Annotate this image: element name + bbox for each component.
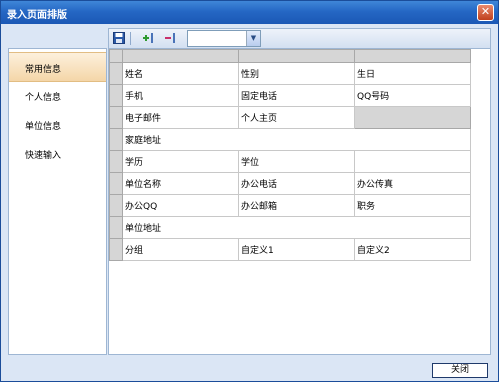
field-cell[interactable]: 单位名称 [122,172,239,195]
grid-header-row [109,49,471,63]
field-cell[interactable]: 姓名 [122,62,239,85]
add-column-icon[interactable] [142,32,154,44]
table-row: 办公QQ 办公邮箱 职务 [109,194,471,217]
field-cell[interactable]: 学历 [122,150,239,173]
field-cell[interactable]: 生日 [354,62,471,85]
row-header[interactable] [109,172,123,195]
grid-corner-cell [109,49,123,63]
column-header[interactable] [238,49,355,63]
table-row: 单位地址 [109,216,471,239]
table-row: 学历 学位 [109,150,471,173]
sidebar-item-personal-info[interactable]: 个人信息 [9,81,106,109]
field-cell[interactable]: 办公传真 [354,172,471,195]
row-header[interactable] [109,106,123,129]
empty-cell [354,106,471,129]
row-header[interactable] [109,62,123,85]
row-header[interactable] [109,84,123,107]
field-cell[interactable]: 手机 [122,84,239,107]
dialog-window: 录入页面排版 ✕ ▼ 常用信息 个人信息 单位信息 快速输入 姓名 性别 生日 … [0,0,499,382]
table-row: 单位名称 办公电话 办公传真 [109,172,471,195]
layout-select[interactable]: ▼ [187,30,261,47]
sidebar-item-label: 常用信息 [25,65,62,75]
table-row: 分组 自定义1 自定义2 [109,238,471,261]
field-cell[interactable]: 办公QQ [122,194,239,217]
row-header[interactable] [109,128,123,151]
close-button[interactable]: 关闭 [432,363,488,378]
column-header[interactable] [354,49,471,63]
layout-grid-area: 姓名 性别 生日 手机 固定电话 QQ号码 电子邮件 个人主页 家庭地址 学历 … [108,48,491,355]
sidebar-item-label: 单位信息 [25,122,62,132]
field-cell[interactable]: 电子邮件 [122,106,239,129]
field-cell[interactable]: 办公电话 [238,172,355,195]
sidebar-item-label: 个人信息 [25,93,62,103]
toolbar-separator [130,32,131,45]
field-cell[interactable]: 个人主页 [238,106,355,129]
sidebar-item-company-info[interactable]: 单位信息 [9,110,106,138]
remove-column-icon[interactable] [164,32,176,44]
row-header[interactable] [109,238,123,261]
sidebar-item-quick-input[interactable]: 快速输入 [9,139,106,167]
table-row: 姓名 性别 生日 [109,62,471,85]
toolbar: ▼ [108,28,491,49]
field-cell[interactable]: 办公邮箱 [238,194,355,217]
field-cell[interactable]: QQ号码 [354,84,471,107]
sidebar-item-common-info[interactable]: 常用信息 [9,52,106,82]
table-row: 家庭地址 [109,128,471,151]
chevron-down-icon[interactable]: ▼ [246,31,260,46]
field-cell[interactable]: 家庭地址 [122,128,471,151]
field-cell[interactable]: 自定义2 [354,238,471,261]
field-cell[interactable]: 单位地址 [122,216,471,239]
sidebar-item-label: 快速输入 [25,151,62,161]
row-header[interactable] [109,216,123,239]
column-header[interactable] [122,49,239,63]
dialog-footer: 关闭 [1,355,498,381]
field-cell[interactable]: 性别 [238,62,355,85]
field-cell[interactable] [354,150,471,173]
title-bar[interactable]: 录入页面排版 ✕ [1,1,498,24]
window-close-button[interactable]: ✕ [477,4,494,21]
field-cell[interactable]: 分组 [122,238,239,261]
field-cell[interactable]: 职务 [354,194,471,217]
window-title: 录入页面排版 [7,10,67,21]
table-row: 手机 固定电话 QQ号码 [109,84,471,107]
close-icon: ✕ [480,5,491,18]
row-header[interactable] [109,150,123,173]
field-cell[interactable]: 自定义1 [238,238,355,261]
table-row: 电子邮件 个人主页 [109,106,471,129]
field-cell[interactable]: 学位 [238,150,355,173]
save-icon[interactable] [113,32,125,44]
layout-grid: 姓名 性别 生日 手机 固定电话 QQ号码 电子邮件 个人主页 家庭地址 学历 … [109,49,471,261]
row-header[interactable] [109,194,123,217]
sidebar: 常用信息 个人信息 单位信息 快速输入 [8,48,107,355]
field-cell[interactable]: 固定电话 [238,84,355,107]
